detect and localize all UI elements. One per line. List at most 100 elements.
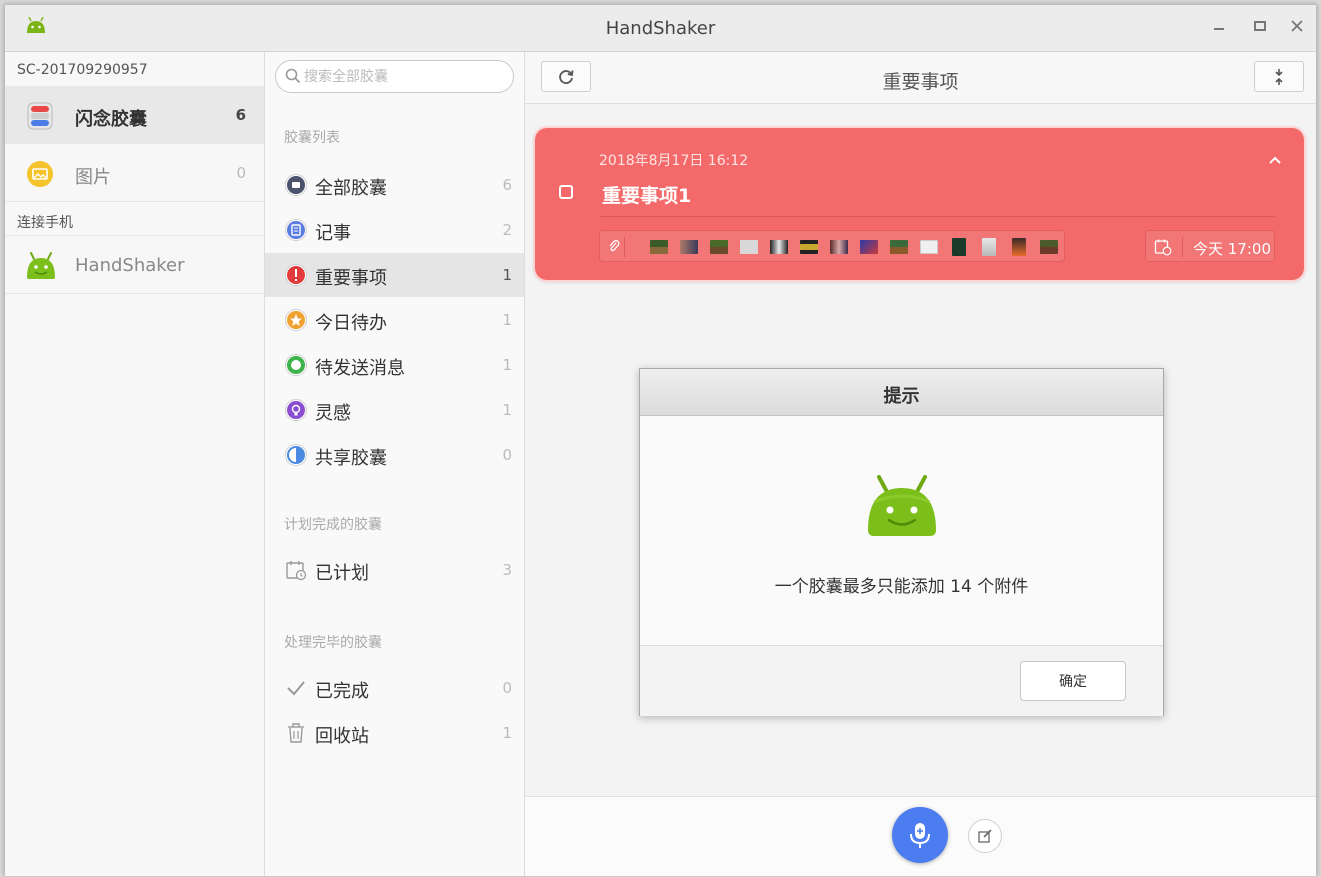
- message-icon: [285, 354, 307, 376]
- main-title: 重要事项: [882, 71, 959, 93]
- android-icon: [864, 474, 940, 542]
- list-item-label: 待发送消息: [315, 358, 405, 379]
- nav-item-capsules[interactable]: 闪念胶囊 6: [5, 86, 264, 144]
- list-item-pending-message[interactable]: 待发送消息 1: [265, 343, 524, 387]
- group-label-done: 处理完毕的胶囊: [284, 635, 382, 651]
- maximize-icon: [1254, 21, 1266, 31]
- close-button[interactable]: [1286, 15, 1308, 37]
- nav-item-phone[interactable]: HandShaker: [5, 236, 264, 294]
- list-item-count: 1: [502, 266, 512, 284]
- card-checkbox[interactable]: [559, 185, 573, 199]
- nav-item-count: 6: [235, 106, 246, 124]
- chevron-up-icon[interactable]: [1268, 150, 1282, 169]
- nav-item-images[interactable]: 图片 0: [5, 144, 264, 202]
- device-name: SC-201709290957: [17, 62, 148, 78]
- collapse-all-button[interactable]: [1254, 61, 1304, 92]
- nav-item-count: 0: [236, 164, 246, 182]
- reminder-bar[interactable]: 今天 17:00: [1145, 230, 1275, 262]
- phone-label: HandShaker: [75, 255, 185, 276]
- text-input-button[interactable]: [968, 819, 1002, 853]
- attachment-thumbnail[interactable]: [770, 240, 788, 254]
- alert-dialog: 提示 一个胶囊最多只能添加 14 个附件 确定: [639, 368, 1164, 716]
- check-icon: [285, 677, 307, 699]
- android-icon: [25, 251, 55, 281]
- list-item-trash[interactable]: 回收站 1: [265, 711, 524, 755]
- divider: [1182, 237, 1183, 257]
- main-header: 重要事项: [525, 52, 1316, 104]
- list-item-planned[interactable]: 已计划 3: [265, 548, 524, 592]
- reminder-time: 今天 17:00: [1193, 240, 1271, 258]
- minimize-button[interactable]: [1208, 15, 1230, 37]
- device-panel: SC-201709290957 闪念胶囊 6 图片 0 连接手机 HandSha…: [5, 52, 265, 876]
- card-title[interactable]: 重要事项1: [602, 181, 691, 208]
- attachment-thumbnail[interactable]: [710, 240, 728, 254]
- group-label-planned: 计划完成的胶囊: [284, 517, 382, 533]
- list-item-today[interactable]: 今日待办 1: [265, 298, 524, 342]
- voice-input-button[interactable]: [892, 807, 948, 863]
- list-item-count: 2: [502, 221, 512, 239]
- window-title: HandShaker: [605, 18, 716, 39]
- calendar-icon: [1154, 238, 1172, 260]
- note-icon: [285, 219, 307, 241]
- list-item-completed[interactable]: 已完成 0: [265, 666, 524, 710]
- ok-button[interactable]: 确定: [1020, 661, 1126, 701]
- list-item-shared[interactable]: 共享胶囊 0: [265, 433, 524, 477]
- list-item-label: 回收站: [315, 726, 369, 747]
- list-item-count: 1: [502, 356, 512, 374]
- list-item-label: 全部胶囊: [315, 178, 387, 199]
- attachment-thumbnail[interactable]: [952, 238, 966, 256]
- microphone-icon: [910, 823, 930, 848]
- minimize-icon: [1214, 28, 1224, 30]
- list-item-count: 0: [502, 446, 512, 464]
- list-item-count: 1: [502, 311, 512, 329]
- list-item-idea[interactable]: 灵感 1: [265, 388, 524, 432]
- dialog-message: 一个胶囊最多只能添加 14 个附件: [774, 577, 1029, 597]
- attachment-thumbnail[interactable]: [680, 240, 698, 254]
- nav-item-label: 图片: [75, 167, 111, 188]
- list-item-count: 1: [502, 724, 512, 742]
- list-item-label: 灵感: [315, 403, 351, 424]
- star-icon: [285, 309, 307, 331]
- list-item-label: 重要事项: [315, 268, 387, 289]
- list-item-label: 今日待办: [315, 313, 387, 334]
- attachment-thumbnail[interactable]: [830, 240, 848, 254]
- divider: [599, 216, 1275, 217]
- attachment-thumbnail[interactable]: [920, 240, 938, 254]
- attachment-thumbnail[interactable]: [740, 240, 758, 254]
- maximize-button[interactable]: [1249, 15, 1271, 37]
- attachment-thumbnail[interactable]: [650, 240, 668, 254]
- edit-icon: [978, 829, 992, 843]
- list-item-count: 1: [502, 401, 512, 419]
- list-item-label: 已完成: [315, 681, 369, 702]
- phone-section-label: 连接手机: [17, 215, 73, 231]
- search-box[interactable]: [275, 60, 514, 93]
- list-item-count: 3: [502, 561, 512, 579]
- paperclip-icon[interactable]: [608, 239, 620, 258]
- attachment-thumbnail[interactable]: [800, 240, 818, 254]
- attachment-thumbnail[interactable]: [860, 240, 878, 254]
- dialog-title: 提示: [883, 386, 920, 407]
- nav-item-label: 闪念胶囊: [75, 109, 147, 130]
- half-circle-icon: [285, 444, 307, 466]
- list-item-important[interactable]: 重要事项 1: [265, 253, 524, 297]
- capsule-list-panel: 胶囊列表 全部胶囊 6 记事 2 重要事项 1 今日待办 1 待发送消息 1 灵感 1 共享胶囊 0 计划…: [265, 52, 525, 876]
- list-item-notes[interactable]: 记事 2: [265, 208, 524, 252]
- attachment-thumbnail[interactable]: [1012, 238, 1026, 256]
- list-item-label: 共享胶囊: [315, 448, 387, 469]
- attachment-thumbnail[interactable]: [982, 238, 996, 256]
- card-date: 2018年8月17日 16:12: [599, 153, 749, 169]
- input-bar: [525, 796, 1316, 876]
- attachment-thumbnail[interactable]: [890, 240, 908, 254]
- list-item-count: 6: [502, 176, 512, 194]
- dialog-footer: 确定: [640, 645, 1163, 716]
- search-input[interactable]: [304, 66, 504, 88]
- dialog-header: 提示: [640, 369, 1163, 416]
- attachment-thumbnail[interactable]: [1040, 240, 1058, 254]
- stack-icon: [285, 174, 307, 196]
- exclamation-icon: [285, 264, 307, 286]
- list-item-all[interactable]: 全部胶囊 6: [265, 163, 524, 207]
- divider: [624, 237, 625, 257]
- title-bar: HandShaker: [5, 5, 1316, 52]
- capsule-card[interactable]: 2018年8月17日 16:12 重要事项1 今天 17:00: [535, 128, 1304, 280]
- capsule-icon: [25, 101, 55, 131]
